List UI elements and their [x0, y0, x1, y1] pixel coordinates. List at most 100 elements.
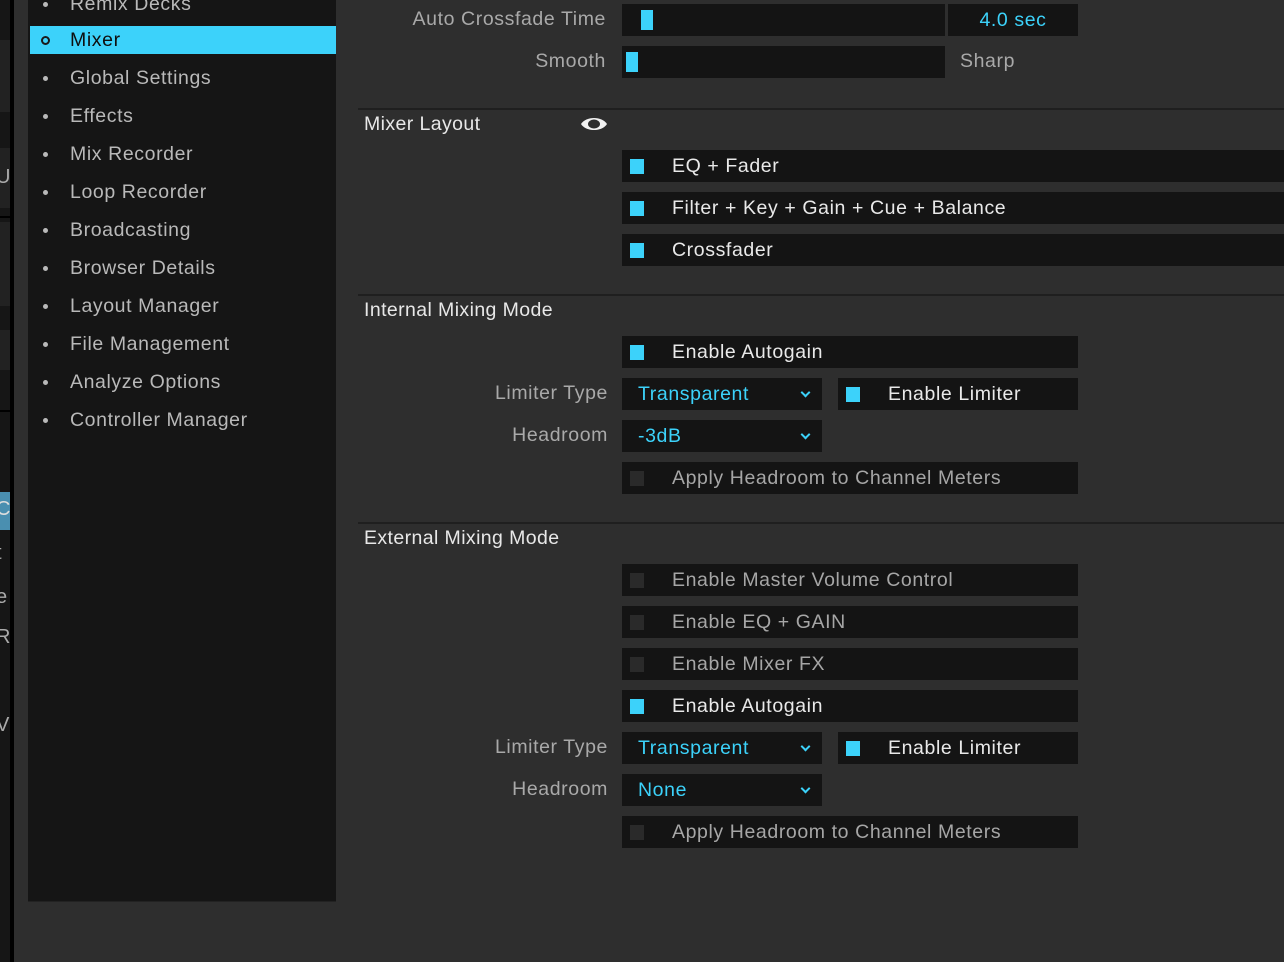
- checkbox-indicator: [846, 386, 860, 402]
- sidebar-item-loop-recorder[interactable]: Loop Recorder: [30, 178, 336, 206]
- preferences-content: Auto Crossfade Time 4.0 sec Smooth Sharp…: [336, 0, 1284, 962]
- checkbox-indicator: [630, 572, 644, 588]
- checkbox-indicator: [630, 158, 644, 174]
- layout-filter-key-gain-checkbox[interactable]: Filter + Key + Gain + Cue + Balance: [622, 192, 1284, 224]
- checkbox-label: Apply Headroom to Channel Meters: [672, 466, 1002, 489]
- checkbox-indicator: [630, 698, 644, 714]
- section-divider: [358, 294, 1284, 296]
- edge-text: V: [0, 714, 9, 737]
- preferences-sidebar: Remix Decks Mixer Global Settings Effect…: [28, 0, 336, 902]
- sidebar-item-remix-decks[interactable]: Remix Decks: [30, 0, 336, 18]
- bullet-icon: [43, 151, 48, 157]
- bullet-icon: [43, 417, 48, 423]
- checkbox-label: Enable Limiter: [888, 736, 1022, 759]
- sidebar-item-label: Controller Manager: [70, 408, 248, 431]
- eye-icon[interactable]: [580, 115, 608, 133]
- sidebar-item-label: Browser Details: [70, 256, 216, 279]
- external-apply-headroom-checkbox[interactable]: Apply Headroom to Channel Meters: [622, 816, 1078, 848]
- external-master-volume-checkbox[interactable]: Enable Master Volume Control: [622, 564, 1078, 596]
- sidebar-item-controller-manager[interactable]: Controller Manager: [30, 406, 336, 434]
- edge-text: C: [0, 498, 10, 521]
- edge-text: e: [0, 586, 7, 609]
- crossfader-curve-slider[interactable]: [622, 46, 945, 78]
- slider-thumb[interactable]: [641, 10, 654, 30]
- external-limiter-type-dropdown[interactable]: Transparent: [622, 732, 822, 764]
- internal-headroom-label: Headroom: [512, 424, 608, 446]
- checkbox-label: Enable Autogain: [672, 694, 824, 717]
- checkbox-label: Apply Headroom to Channel Meters: [672, 820, 1002, 843]
- checkbox-indicator: [630, 470, 644, 486]
- external-mixing-mode-title: External Mixing Mode: [364, 527, 560, 549]
- bullet-icon: [43, 113, 48, 119]
- checkbox-label: Crossfader: [672, 238, 774, 261]
- internal-enable-limiter-checkbox[interactable]: Enable Limiter: [838, 378, 1078, 410]
- sidebar-item-broadcasting[interactable]: Broadcasting: [30, 216, 336, 244]
- internal-enable-autogain-checkbox[interactable]: Enable Autogain: [622, 336, 1078, 368]
- external-headroom-dropdown[interactable]: None: [622, 774, 822, 806]
- dropdown-value: None: [638, 778, 688, 801]
- sidebar-item-label: File Management: [70, 332, 230, 355]
- external-enable-limiter-checkbox[interactable]: Enable Limiter: [838, 732, 1078, 764]
- sidebar-item-label: Global Settings: [70, 66, 212, 89]
- bullet-icon: [43, 189, 48, 195]
- sidebar-item-label: Remix Decks: [70, 0, 192, 15]
- sidebar-item-label: Mixer: [70, 28, 121, 51]
- mixer-layout-title: Mixer Layout: [364, 113, 481, 135]
- background-panel-edge: U C t e R V: [0, 0, 14, 962]
- sidebar-item-layout-manager[interactable]: Layout Manager: [30, 292, 336, 320]
- curve-sharp-label: Sharp: [960, 50, 1016, 72]
- internal-headroom-dropdown[interactable]: -3dB: [622, 420, 822, 452]
- checkbox-label: Enable EQ + GAIN: [672, 610, 846, 633]
- sidebar-item-label: Broadcasting: [70, 218, 192, 241]
- bullet-icon: [43, 265, 48, 271]
- edge-text: R: [0, 626, 10, 649]
- checkbox-label: Enable Master Volume Control: [672, 568, 954, 591]
- checkbox-indicator: [630, 656, 644, 672]
- sidebar-item-mix-recorder[interactable]: Mix Recorder: [30, 140, 336, 168]
- chevron-down-icon: [800, 743, 810, 753]
- bullet-icon: [43, 379, 48, 385]
- curve-smooth-label: Smooth: [535, 50, 606, 72]
- checkbox-indicator: [630, 242, 644, 258]
- external-enable-autogain-checkbox[interactable]: Enable Autogain: [622, 690, 1078, 722]
- edge-text: U: [0, 166, 10, 189]
- section-divider: [358, 108, 1284, 110]
- sidebar-item-label: Loop Recorder: [70, 180, 207, 203]
- sidebar-item-global-settings[interactable]: Global Settings: [30, 64, 336, 92]
- auto-crossfade-slider[interactable]: [622, 4, 945, 36]
- preferences-window: U C t e R V Remix Decks Mixer Global Set…: [0, 0, 1284, 962]
- sidebar-item-browser-details[interactable]: Browser Details: [30, 254, 336, 282]
- internal-limiter-type-label: Limiter Type: [494, 382, 608, 404]
- sidebar-item-mixer[interactable]: Mixer: [30, 26, 336, 54]
- checkbox-label: Enable Mixer FX: [672, 652, 826, 675]
- checkbox-label: Filter + Key + Gain + Cue + Balance: [672, 196, 1007, 219]
- bullet-icon: [41, 35, 50, 45]
- checkbox-indicator: [630, 344, 644, 360]
- slider-thumb[interactable]: [626, 52, 638, 72]
- external-headroom-label: Headroom: [512, 778, 608, 800]
- external-limiter-type-label: Limiter Type: [494, 736, 608, 758]
- layout-eq-fader-checkbox[interactable]: EQ + Fader: [622, 150, 1284, 182]
- auto-crossfade-label: Auto Crossfade Time: [412, 8, 606, 30]
- external-mixer-fx-checkbox[interactable]: Enable Mixer FX: [622, 648, 1078, 680]
- dropdown-value: Transparent: [638, 382, 750, 405]
- sidebar-gutter: [14, 0, 28, 962]
- external-eq-gain-checkbox[interactable]: Enable EQ + GAIN: [622, 606, 1078, 638]
- sidebar-item-effects[interactable]: Effects: [30, 102, 336, 130]
- sidebar-item-label: Mix Recorder: [70, 142, 194, 165]
- checkbox-indicator: [630, 200, 644, 216]
- internal-apply-headroom-checkbox[interactable]: Apply Headroom to Channel Meters: [622, 462, 1078, 494]
- auto-crossfade-value[interactable]: 4.0 sec: [948, 4, 1078, 36]
- internal-limiter-type-dropdown[interactable]: Transparent: [622, 378, 822, 410]
- checkbox-label: Enable Limiter: [888, 382, 1022, 405]
- checkbox-label: EQ + Fader: [672, 154, 780, 177]
- sidebar-item-analyze-options[interactable]: Analyze Options: [30, 368, 336, 396]
- bullet-icon: [43, 303, 48, 309]
- bullet-icon: [43, 1, 48, 7]
- chevron-down-icon: [800, 389, 810, 399]
- bullet-icon: [43, 75, 48, 81]
- sidebar-item-file-management[interactable]: File Management: [30, 330, 336, 358]
- checkbox-indicator: [630, 614, 644, 630]
- internal-mixing-mode-title: Internal Mixing Mode: [364, 299, 554, 321]
- layout-crossfader-checkbox[interactable]: Crossfader: [622, 234, 1284, 266]
